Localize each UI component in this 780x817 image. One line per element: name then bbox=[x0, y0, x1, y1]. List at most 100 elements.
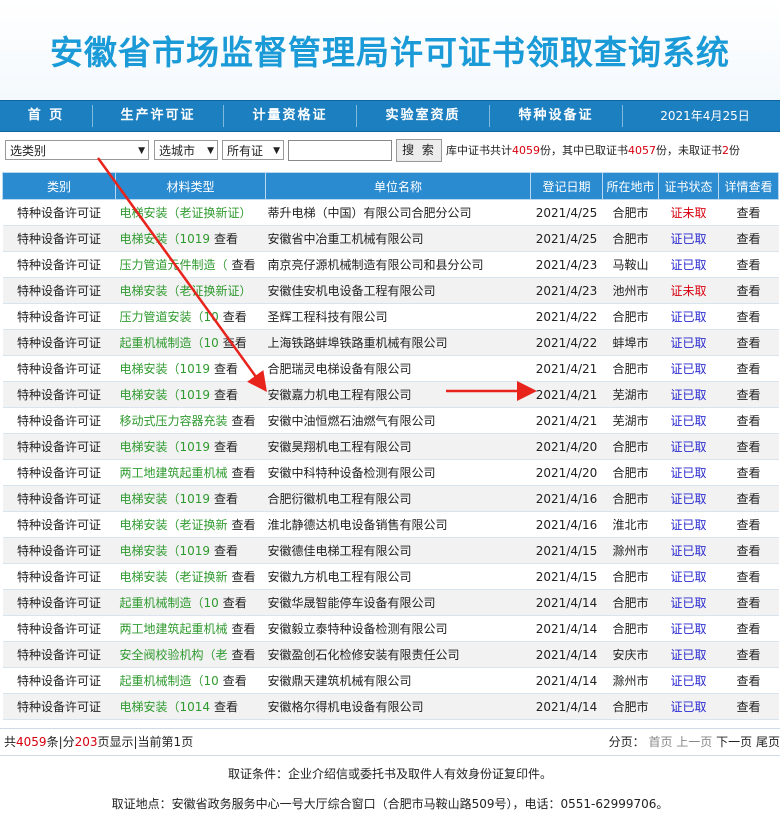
table-row: 特种设备许可证 起重机械制造（10 查看 安徽华晟智能停车设备有限公司 2021/4/1… bbox=[2, 589, 779, 616]
material-type-link[interactable]: 两工地建筑起重机械 bbox=[120, 622, 228, 636]
material-type-link[interactable]: 电梯安装（1014 bbox=[120, 700, 211, 714]
view-detail-link[interactable]: 查看 bbox=[718, 693, 779, 720]
material-type-link[interactable]: 电梯安装（老证换新 bbox=[120, 518, 228, 532]
material-type-link[interactable]: 电梯安装（1019 bbox=[120, 492, 211, 506]
view-detail-link[interactable]: 查看 bbox=[718, 641, 779, 668]
status-badge: 证已取 bbox=[658, 589, 719, 616]
view-detail-link[interactable]: 查看 bbox=[718, 355, 779, 382]
unit-name-cell: 安徽格尔得机电设备有限公司 bbox=[265, 693, 531, 720]
view-detail-link[interactable]: 查看 bbox=[718, 381, 779, 408]
header: 安徽省市场监督管理局许可证书领取查询系统 bbox=[0, 0, 780, 100]
material-cell: 电梯安装（老证换新证） bbox=[115, 277, 266, 304]
view-detail-link[interactable]: 查看 bbox=[718, 277, 779, 304]
material-cell: 移动式压力容器充装 查看 bbox=[115, 407, 266, 434]
material-cell: 压力管道安装（10 查看 bbox=[115, 303, 266, 330]
cert-select[interactable]: 所有证 ▼ bbox=[222, 140, 284, 160]
material-view-link[interactable]: 查看 bbox=[214, 440, 238, 454]
view-detail-link[interactable]: 查看 bbox=[718, 511, 779, 538]
material-view-link[interactable]: 查看 bbox=[232, 570, 256, 584]
table-row: 特种设备许可证 压力管道元件制造（ 查看 南京亮仔源机械制造有限公司和县分公司 2021… bbox=[2, 251, 779, 278]
material-type-link[interactable]: 电梯安装（1019 bbox=[120, 544, 211, 558]
prev-page-link[interactable]: 上一页 bbox=[676, 735, 712, 749]
material-view-link[interactable]: 查看 bbox=[223, 310, 247, 324]
material-type-link[interactable]: 压力管道安装（10 bbox=[120, 310, 219, 324]
next-page-link[interactable]: 下一页 bbox=[716, 735, 752, 749]
material-cell: 两工地建筑起重机械 查看 bbox=[115, 615, 266, 642]
material-type-link[interactable]: 起重机械制造（10 bbox=[120, 674, 219, 688]
view-detail-link[interactable]: 查看 bbox=[718, 329, 779, 356]
material-view-link[interactable]: 查看 bbox=[232, 648, 256, 662]
material-view-link[interactable]: 查看 bbox=[223, 596, 247, 610]
material-type-link[interactable]: 电梯安装（1019 bbox=[120, 362, 211, 376]
unit-name-cell: 南京亮仔源机械制造有限公司和县分公司 bbox=[265, 251, 531, 278]
material-view-link[interactable]: 查看 bbox=[214, 544, 238, 558]
material-type-link[interactable]: 起重机械制造（10 bbox=[120, 596, 219, 610]
material-view-link[interactable]: 查看 bbox=[232, 518, 256, 532]
nav-separator bbox=[622, 105, 623, 127]
material-view-link[interactable]: 查看 bbox=[214, 362, 238, 376]
last-page-link[interactable]: 尾页 bbox=[756, 735, 780, 749]
count-text: 条|分 bbox=[46, 735, 75, 749]
nav-home[interactable]: 首 页 bbox=[0, 101, 92, 131]
search-button[interactable]: 搜 索 bbox=[396, 139, 442, 162]
unit-name-cell: 安徽佳安机电设备工程有限公司 bbox=[265, 277, 531, 304]
first-page-link[interactable]: 首页 bbox=[648, 735, 672, 749]
material-type-link[interactable]: 压力管道元件制造（ bbox=[120, 258, 228, 272]
category-cell: 特种设备许可证 bbox=[2, 667, 116, 694]
material-type-link[interactable]: 起重机械制造（10 bbox=[120, 336, 219, 350]
material-view-link[interactable]: 查看 bbox=[214, 232, 238, 246]
view-detail-link[interactable]: 查看 bbox=[718, 537, 779, 564]
material-type-link[interactable]: 安全阀校验机构（老 bbox=[120, 648, 228, 662]
nav-laboratory[interactable]: 实验室资质 bbox=[357, 101, 489, 131]
city-cell: 滁州市 bbox=[602, 537, 659, 564]
date-cell: 2021/4/21 bbox=[530, 381, 603, 408]
view-detail-link[interactable]: 查看 bbox=[718, 667, 779, 694]
column-header-category: 类别 bbox=[2, 172, 116, 200]
material-view-link[interactable]: 查看 bbox=[232, 258, 256, 272]
view-detail-link[interactable]: 查看 bbox=[718, 589, 779, 616]
material-type-link[interactable]: 电梯安装（老证换新证） bbox=[120, 206, 252, 220]
material-type-link[interactable]: 电梯安装（老证换新 bbox=[120, 570, 228, 584]
material-cell: 电梯安装（老证换新 查看 bbox=[115, 563, 266, 590]
view-detail-link[interactable]: 查看 bbox=[718, 199, 779, 226]
material-view-link[interactable]: 查看 bbox=[223, 674, 247, 688]
view-detail-link[interactable]: 查看 bbox=[718, 459, 779, 486]
view-detail-link[interactable]: 查看 bbox=[718, 433, 779, 460]
cert-select-value: 所有证 bbox=[227, 144, 264, 158]
city-select[interactable]: 选城市 ▼ bbox=[154, 140, 218, 160]
material-view-link[interactable]: 查看 bbox=[232, 466, 256, 480]
material-view-link[interactable]: 查看 bbox=[223, 336, 247, 350]
view-detail-link[interactable]: 查看 bbox=[718, 485, 779, 512]
nav-special-equipment[interactable]: 特种设备证 bbox=[490, 101, 622, 131]
material-type-link[interactable]: 电梯安装（1019 bbox=[120, 388, 211, 402]
city-cell: 合肥市 bbox=[602, 199, 659, 226]
unit-name-cell: 安徽省中冶重工机械有限公司 bbox=[265, 225, 531, 252]
date-cell: 2021/4/25 bbox=[530, 199, 603, 226]
material-type-link[interactable]: 电梯安装（1019 bbox=[120, 232, 211, 246]
category-cell: 特种设备许可证 bbox=[2, 589, 116, 616]
view-detail-link[interactable]: 查看 bbox=[718, 615, 779, 642]
city-cell: 合肥市 bbox=[602, 303, 659, 330]
city-cell: 合肥市 bbox=[602, 589, 659, 616]
material-type-link[interactable]: 移动式压力容器充装 bbox=[120, 414, 228, 428]
search-input[interactable] bbox=[288, 140, 392, 161]
view-detail-link[interactable]: 查看 bbox=[718, 303, 779, 330]
view-detail-link[interactable]: 查看 bbox=[718, 251, 779, 278]
material-view-link[interactable]: 查看 bbox=[232, 622, 256, 636]
chevron-down-icon: ▼ bbox=[273, 146, 280, 156]
material-view-link[interactable]: 查看 bbox=[214, 492, 238, 506]
material-type-link[interactable]: 电梯安装（老证换新证） bbox=[120, 284, 252, 298]
material-type-link[interactable]: 电梯安装（1019 bbox=[120, 440, 211, 454]
view-detail-link[interactable]: 查看 bbox=[718, 225, 779, 252]
material-view-link[interactable]: 查看 bbox=[214, 388, 238, 402]
material-view-link[interactable]: 查看 bbox=[214, 700, 238, 714]
view-detail-link[interactable]: 查看 bbox=[718, 407, 779, 434]
category-select[interactable]: 选类别 ▼ bbox=[5, 140, 149, 160]
category-cell: 特种设备许可证 bbox=[2, 693, 116, 720]
material-type-link[interactable]: 两工地建筑起重机械 bbox=[120, 466, 228, 480]
material-view-link[interactable]: 查看 bbox=[232, 414, 256, 428]
nav-production-license[interactable]: 生产许可证 bbox=[93, 101, 223, 131]
category-cell: 特种设备许可证 bbox=[2, 381, 116, 408]
view-detail-link[interactable]: 查看 bbox=[718, 563, 779, 590]
nav-metrology[interactable]: 计量资格证 bbox=[224, 101, 356, 131]
